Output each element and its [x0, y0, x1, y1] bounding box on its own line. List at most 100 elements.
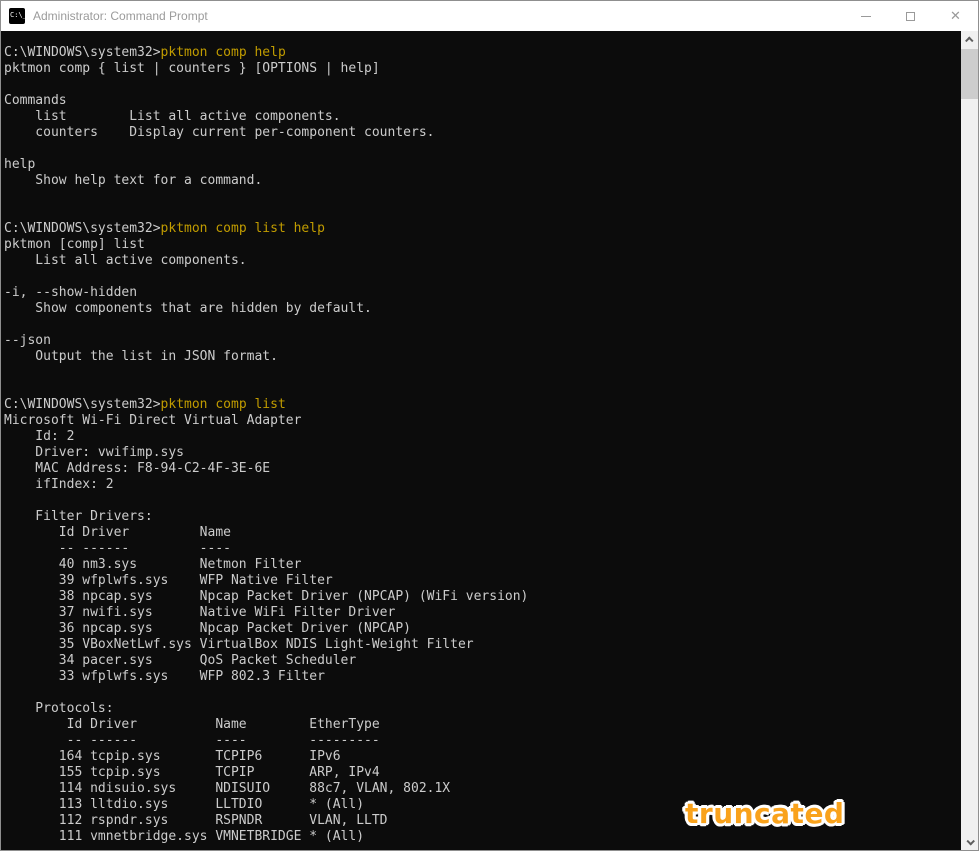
terminal-line: 34 pacer.sys QoS Packet Scheduler — [4, 653, 961, 669]
console-text: pktmon comp { list | counters } [OPTIONS… — [4, 61, 380, 76]
console-text: help — [4, 157, 35, 172]
console-text: list List all active components. — [4, 109, 341, 124]
console-text: 34 pacer.sys QoS Packet Scheduler — [4, 653, 356, 668]
terminal-line: C:\WINDOWS\system32>pktmon comp list — [4, 397, 961, 413]
terminal-line: 33 wfplwfs.sys WFP 802.3 Filter — [4, 669, 961, 685]
console-text: --json — [4, 333, 51, 348]
console-text: -i, --show-hidden — [4, 285, 137, 300]
console-text: 155 tcpip.sys TCPIP ARP, IPv4 — [4, 765, 380, 780]
command-text: pktmon comp list help — [161, 221, 325, 236]
terminal-line: -- ------ ---- --------- — [4, 733, 961, 749]
console-text: 111 vmnetbridge.sys VMNETBRIDGE * (All) — [4, 829, 364, 844]
terminal-line: --json — [4, 333, 961, 349]
console-text: 36 npcap.sys Npcap Packet Driver (NPCAP) — [4, 621, 411, 636]
terminal-line: 111 vmnetbridge.sys VMNETBRIDGE * (All) — [4, 829, 961, 845]
console-text: -- ------ ---- — [4, 541, 231, 556]
console-text: Commands — [4, 93, 67, 108]
maximize-button[interactable] — [888, 1, 933, 31]
console-text: 37 nwifi.sys Native WiFi Filter Driver — [4, 605, 395, 620]
maximize-icon — [906, 12, 915, 21]
console-text: C:\WINDOWS\system32> — [4, 397, 161, 412]
console-text: C:\WINDOWS\system32> — [4, 45, 161, 60]
command-text: pktmon comp list — [161, 397, 286, 412]
console-text: Show components that are hidden by defau… — [4, 301, 372, 316]
terminal-line — [4, 381, 961, 397]
scrollbar[interactable] — [961, 31, 978, 850]
console-area: C:\WINDOWS\system32>pktmon comp helppktm… — [1, 31, 978, 850]
console-text: Microsoft Wi-Fi Direct Virtual Adapter — [4, 413, 301, 428]
window-controls: ✕ — [843, 1, 978, 31]
scrollbar-up-button[interactable] — [961, 31, 978, 48]
console-text: Output the list in JSON format. — [4, 349, 278, 364]
scrollbar-down-button[interactable] — [961, 833, 978, 850]
window-title: Administrator: Command Prompt — [33, 9, 208, 23]
terminal-line — [4, 269, 961, 285]
terminal-line: Commands — [4, 93, 961, 109]
close-button[interactable]: ✕ — [933, 1, 978, 31]
console-text: C:\WINDOWS\system32> — [4, 221, 161, 236]
terminal-line: 35 VBoxNetLwf.sys VirtualBox NDIS Light-… — [4, 637, 961, 653]
console-text: 113 lltdio.sys LLTDIO * (All) — [4, 797, 364, 812]
terminal-line: MAC Address: F8-94-C2-4F-3E-6E — [4, 461, 961, 477]
scrollbar-thumb[interactable] — [961, 49, 978, 99]
close-icon: ✕ — [950, 10, 961, 23]
terminal-line: Microsoft Wi-Fi Direct Virtual Adapter — [4, 413, 961, 429]
terminal-line: Output the list in JSON format. — [4, 349, 961, 365]
terminal-line: 40 nm3.sys Netmon Filter — [4, 557, 961, 573]
console-text: Driver: vwifimp.sys — [4, 445, 184, 460]
titlebar-left: C:\_ Administrator: Command Prompt — [1, 1, 208, 31]
console-text: Id Driver Name — [4, 525, 231, 540]
console-text: 164 tcpip.sys TCPIP6 IPv6 — [4, 749, 341, 764]
command-prompt-window: C:\_ Administrator: Command Prompt ✕ C:\… — [0, 0, 979, 851]
terminal-line: Show help text for a command. — [4, 173, 961, 189]
terminal-line — [4, 365, 961, 381]
terminal-line: 36 npcap.sys Npcap Packet Driver (NPCAP) — [4, 621, 961, 637]
minimize-button[interactable] — [843, 1, 888, 31]
terminal-line — [4, 77, 961, 93]
cmd-icon: C:\_ — [9, 8, 25, 24]
terminal-line — [4, 141, 961, 157]
terminal-line: Protocols: — [4, 701, 961, 717]
terminal-line: 114 ndisuio.sys NDISUIO 88c7, VLAN, 802.… — [4, 781, 961, 797]
console-text: pktmon [comp] list — [4, 237, 145, 252]
terminal-line — [4, 493, 961, 509]
terminal-line: counters Display current per-component c… — [4, 125, 961, 141]
console-text: ifIndex: 2 — [4, 477, 114, 492]
terminal-line: Filter Drivers: — [4, 509, 961, 525]
terminal-line: 39 wfplwfs.sys WFP Native Filter — [4, 573, 961, 589]
console-output: C:\WINDOWS\system32>pktmon comp helppktm… — [1, 31, 961, 850]
console-text: Filter Drivers: — [4, 509, 153, 524]
terminal-line: Id Driver Name — [4, 525, 961, 541]
terminal-line: Driver: vwifimp.sys — [4, 445, 961, 461]
terminal-line: 38 npcap.sys Npcap Packet Driver (NPCAP)… — [4, 589, 961, 605]
console-text: 38 npcap.sys Npcap Packet Driver (NPCAP)… — [4, 589, 528, 604]
console-text: -- ------ ---- --------- — [4, 733, 380, 748]
terminal-line — [4, 189, 961, 205]
console-text: 35 VBoxNetLwf.sys VirtualBox NDIS Light-… — [4, 637, 474, 652]
console-text: 112 rspndr.sys RSPNDR VLAN, LLTD — [4, 813, 388, 828]
console-text: 40 nm3.sys Netmon Filter — [4, 557, 301, 572]
terminal-line: pktmon [comp] list — [4, 237, 961, 253]
terminal-line — [4, 685, 961, 701]
command-text: pktmon comp help — [161, 45, 286, 60]
console-text: Id Driver Name EtherType — [4, 717, 380, 732]
terminal-line: list List all active components. — [4, 109, 961, 125]
terminal-line: 155 tcpip.sys TCPIP ARP, IPv4 — [4, 765, 961, 781]
chevron-up-icon — [965, 36, 973, 44]
console-text: counters Display current per-component c… — [4, 125, 434, 140]
terminal-line: 37 nwifi.sys Native WiFi Filter Driver — [4, 605, 961, 621]
terminal-line: help — [4, 157, 961, 173]
terminal-line — [4, 317, 961, 333]
console-text: Id: 2 — [4, 429, 74, 444]
titlebar: C:\_ Administrator: Command Prompt ✕ — [1, 1, 978, 31]
console-text: 33 wfplwfs.sys WFP 802.3 Filter — [4, 669, 325, 684]
console-text: Show help text for a command. — [4, 173, 262, 188]
terminal-line: 164 tcpip.sys TCPIP6 IPv6 — [4, 749, 961, 765]
console-text: Protocols: — [4, 701, 114, 716]
terminal-line — [4, 205, 961, 221]
console-text: List all active components. — [4, 253, 247, 268]
terminal-line: List all active components. — [4, 253, 961, 269]
console-text: MAC Address: F8-94-C2-4F-3E-6E — [4, 461, 270, 476]
terminal-line: -- ------ ---- — [4, 541, 961, 557]
terminal-line: C:\WINDOWS\system32>pktmon comp list hel… — [4, 221, 961, 237]
